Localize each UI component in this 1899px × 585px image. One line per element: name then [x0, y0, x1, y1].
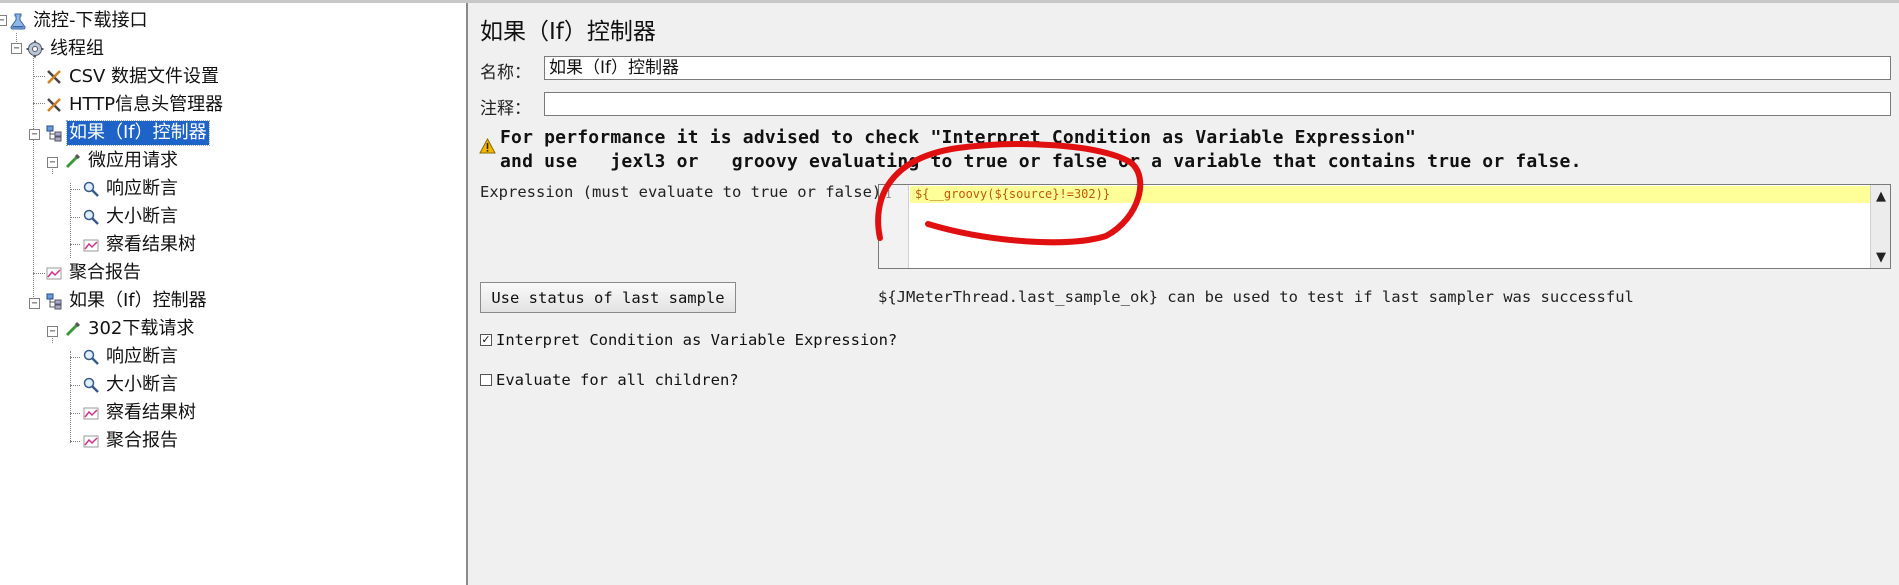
test-plan-icon	[8, 11, 28, 31]
tree-item-if-controller-2[interactable]: 如果（If）控制器	[44, 288, 209, 314]
tree-item-csv-data-set[interactable]: CSV 数据文件设置	[44, 64, 221, 90]
tree-item-label: 大小断言	[106, 206, 178, 227]
collapse-toggle[interactable]: −	[29, 129, 40, 140]
tree-item-http-header-manager[interactable]: HTTP信息头管理器	[44, 92, 225, 118]
tree-item-response-assertion-2[interactable]: 响应断言	[81, 344, 180, 370]
use-status-of-last-sample-button[interactable]: Use status of last sample	[480, 282, 736, 313]
tree-item-label: CSV 数据文件设置	[69, 66, 220, 87]
line-number: 1	[885, 188, 892, 201]
collapse-toggle[interactable]: −	[11, 43, 22, 54]
magnifier-icon	[81, 347, 101, 367]
tree-item-label: 大小断言	[106, 374, 178, 395]
tree-item-label: 察看结果树	[106, 402, 196, 423]
tree-item-micro-app-request[interactable]: 微应用请求	[63, 148, 180, 174]
tree-item-size-assertion[interactable]: 大小断言	[81, 204, 180, 230]
test-plan-tree[interactable]: − − − − − − 流控-下载接口 线程组 CSV 数据文件设置 HTTP信…	[0, 3, 466, 585]
if-controller-icon	[44, 123, 64, 143]
magnifier-icon	[81, 375, 101, 395]
tree-connector	[70, 385, 80, 386]
graph-icon	[81, 235, 101, 255]
comment-label: 注释：	[480, 99, 531, 119]
pipette-icon	[63, 151, 83, 171]
tree-item-302-download-request[interactable]: 302下载请求	[63, 316, 196, 342]
wrench-icon	[44, 95, 64, 115]
scroll-down-arrow-icon[interactable]: ▼	[1873, 249, 1889, 265]
tree-item-label: 如果（If）控制器	[66, 120, 210, 146]
tree-connector	[70, 189, 80, 190]
editor-scrollbar[interactable]: ▲ ▼	[1870, 185, 1890, 268]
graph-icon	[44, 263, 64, 283]
evaluate-all-children-checkbox-row[interactable]: Evaluate for all children?	[480, 371, 739, 389]
gear-icon	[25, 39, 45, 59]
tree-connector	[70, 441, 80, 442]
tree-item-label: 响应断言	[106, 178, 178, 199]
tree-connector	[70, 351, 71, 443]
tree-connector	[70, 183, 71, 258]
tree-item-label: 流控-下载接口	[33, 10, 148, 31]
collapse-toggle[interactable]: −	[29, 298, 40, 309]
collapse-toggle[interactable]: −	[47, 157, 58, 168]
tree-item-label: 聚合报告	[106, 430, 178, 451]
tree-item-label: 302下载请求	[88, 318, 195, 339]
tree-item-size-assertion-2[interactable]: 大小断言	[81, 372, 180, 398]
page-title: 如果（If）控制器	[480, 19, 656, 45]
tree-connector	[70, 413, 80, 414]
if-controller-panel: 如果（If）控制器 名称： 如果（If）控制器 注释： For performa…	[468, 3, 1899, 585]
performance-warning-line-1: For performance it is advised to check "…	[500, 127, 1417, 148]
evaluate-all-children-checkbox[interactable]	[480, 374, 492, 386]
tree-item-label: 聚合报告	[69, 262, 141, 283]
warning-icon	[479, 137, 496, 159]
expression-editor[interactable]: 1 ${__groovy(${source}!=302)} ▲ ▼	[878, 184, 1891, 269]
if-controller-icon	[44, 291, 64, 311]
tree-connector	[70, 357, 80, 358]
tree-connector	[33, 53, 34, 309]
comment-field[interactable]	[544, 92, 1891, 116]
expression-code[interactable]: ${__groovy(${source}!=302)}	[915, 187, 1110, 201]
last-sample-hint: ${JMeterThread.last_sample_ok} can be us…	[878, 288, 1634, 306]
collapse-toggle[interactable]: −	[47, 326, 58, 337]
magnifier-icon	[81, 179, 101, 199]
tree-item-test-plan[interactable]: 流控-下载接口	[8, 8, 150, 34]
tree-connector	[70, 217, 80, 218]
magnifier-icon	[81, 207, 101, 227]
tree-item-view-results-tree-2[interactable]: 察看结果树	[81, 400, 198, 426]
tree-item-label: 响应断言	[106, 346, 178, 367]
interpret-condition-checkbox[interactable]: ✓	[480, 334, 492, 346]
scroll-up-arrow-icon[interactable]: ▲	[1873, 188, 1889, 204]
tree-item-response-assertion[interactable]: 响应断言	[81, 176, 180, 202]
tree-item-label: 线程组	[50, 38, 104, 59]
performance-warning-line-2: and use jexl3 or groovy evaluating to tr…	[500, 151, 1582, 172]
tree-item-label: 如果（If）控制器	[69, 290, 207, 311]
tree-item-aggregate-report[interactable]: 聚合报告	[44, 260, 143, 286]
tree-item-if-controller-1[interactable]: 如果（If）控制器	[44, 120, 210, 146]
collapse-toggle[interactable]: −	[0, 15, 7, 26]
expression-label: Expression (must evaluate to true or fal…	[480, 183, 882, 201]
tree-item-label: HTTP信息头管理器	[69, 94, 224, 115]
tree-item-aggregate-report-2[interactable]: 聚合报告	[81, 428, 180, 454]
tree-connector	[70, 244, 80, 245]
tree-item-thread-group[interactable]: 线程组	[25, 36, 106, 62]
pipette-icon	[63, 319, 83, 339]
graph-icon	[81, 403, 101, 423]
tree-item-label: 微应用请求	[88, 150, 178, 171]
name-field[interactable]: 如果（If）控制器	[544, 56, 1891, 80]
line-number-gutter: 1	[879, 185, 909, 268]
evaluate-all-children-label: Evaluate for all children?	[496, 371, 739, 389]
tree-item-view-results-tree[interactable]: 察看结果树	[81, 232, 198, 258]
interpret-condition-label: Interpret Condition as Variable Expressi…	[496, 331, 898, 349]
wrench-icon	[44, 67, 64, 87]
tree-item-label: 察看结果树	[106, 234, 196, 255]
graph-icon	[81, 431, 101, 451]
interpret-condition-checkbox-row[interactable]: ✓ Interpret Condition as Variable Expres…	[480, 331, 897, 349]
name-label: 名称：	[480, 63, 531, 83]
